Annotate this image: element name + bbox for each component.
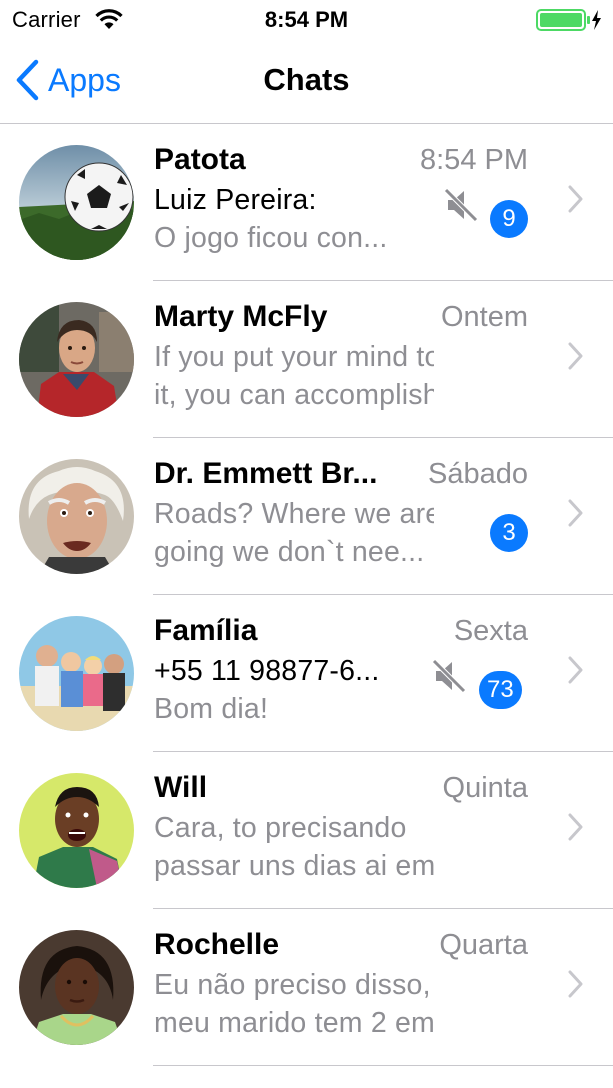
chat-sender: Luiz Pereira:: [154, 184, 317, 216]
chat-row-dr-emmett-brown[interactable]: Dr. Emmett Br... Sábado Roads? Where we …: [0, 438, 613, 595]
speaker-muted-icon: [444, 188, 478, 222]
navigation-bar: Apps Chats: [0, 40, 613, 124]
page-title: Chats: [263, 62, 350, 97]
chat-name: Rochelle: [154, 928, 280, 961]
chat-row-patota[interactable]: Patota 8:54 PM Luiz Pereira: O jogo fico…: [0, 124, 613, 281]
doc-brown-photo: [19, 459, 134, 574]
battery-charging-icon: [536, 9, 601, 31]
family-photo: [19, 616, 134, 731]
avatar: [19, 773, 134, 888]
chat-preview-line-2: it, you can accomplish...: [154, 379, 434, 411]
chat-sender: +55 11 98877-6...: [154, 655, 380, 687]
chat-row-familia[interactable]: Família Sexta +55 11 98877-6... Bom dia!…: [0, 595, 613, 752]
chat-name: Dr. Emmett Br...: [154, 457, 378, 490]
chat-date: Sexta: [453, 615, 528, 647]
unread-badge: 9: [490, 200, 528, 238]
chat-row-will[interactable]: Will Quinta Cara, to precisando passar u…: [0, 752, 613, 909]
marty-mcfly-photo: [19, 302, 134, 417]
avatar: [19, 616, 134, 731]
chat-preview-line-1: Roads? Where we are: [154, 498, 434, 530]
chat-preview-line-2: going we don`t nee...: [154, 536, 425, 568]
chevron-right-icon: [568, 813, 583, 841]
chat-preview-line-2: meu marido tem 2 em...: [154, 1007, 434, 1039]
chat-preview: Bom dia!: [154, 693, 269, 725]
chat-preview-line-2: passar uns dias ai em...: [154, 850, 434, 882]
chat-date: Quarta: [439, 929, 528, 961]
chat-name: Will: [154, 771, 208, 804]
chat-name: Patota: [154, 143, 246, 176]
avatar: [19, 145, 134, 260]
chat-name: Família: [154, 614, 258, 647]
chat-date: 8:54 PM: [420, 144, 528, 176]
soccer-ball-photo: [19, 145, 134, 260]
speaker-muted-icon: [432, 659, 466, 693]
chat-list: Patota 8:54 PM Luiz Pereira: O jogo fico…: [0, 124, 613, 1066]
row-separator: [153, 1065, 613, 1066]
chat-preview-line-1: Eu não preciso disso,: [154, 969, 431, 1001]
chevron-right-icon: [568, 342, 583, 370]
status-bar: Carrier 8:54 PM: [0, 0, 613, 40]
chat-preview: O jogo ficou con...: [154, 222, 388, 254]
chat-date: Quinta: [442, 772, 528, 804]
unread-badge: 3: [490, 514, 528, 552]
chat-preview-line-1: If you put your mind to: [154, 341, 434, 373]
chat-row-marty-mcfly[interactable]: Marty McFly Ontem If you put your mind t…: [0, 281, 613, 438]
avatar: [19, 930, 134, 1045]
chevron-right-icon: [568, 970, 583, 998]
chat-preview-line-1: Cara, to precisando: [154, 812, 407, 844]
status-time: 8:54 PM: [264, 7, 349, 32]
will-photo: [19, 773, 134, 888]
chevron-right-icon: [568, 656, 583, 684]
avatar: [19, 459, 134, 574]
chat-date: Sábado: [428, 458, 528, 490]
unread-badge: 73: [479, 671, 522, 709]
chat-date: Ontem: [440, 301, 528, 333]
rochelle-photo: [19, 930, 134, 1045]
chat-row-rochelle[interactable]: Rochelle Quarta Eu não preciso disso, me…: [0, 909, 613, 1066]
chat-name: Marty McFly: [154, 300, 328, 333]
chevron-right-icon: [568, 185, 583, 213]
chevron-right-icon: [568, 499, 583, 527]
avatar: [19, 302, 134, 417]
